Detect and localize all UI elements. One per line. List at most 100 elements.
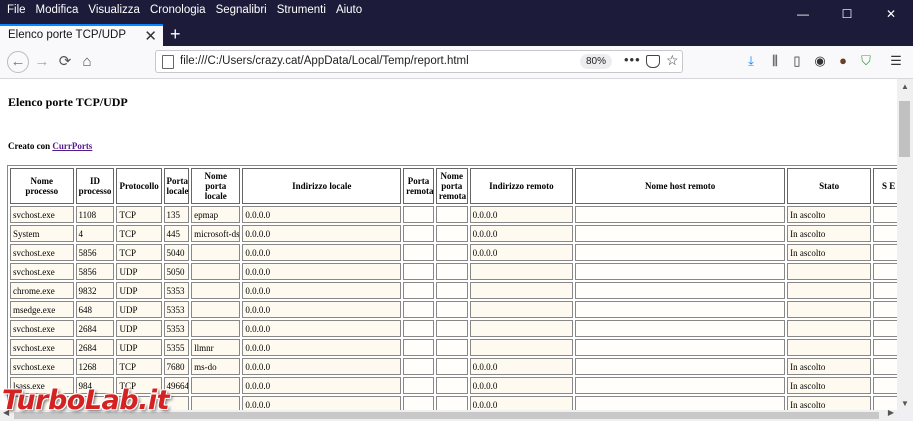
page-actions-icon[interactable]: •••: [624, 52, 641, 67]
table-cell: [575, 206, 786, 223]
table-cell: [435, 282, 468, 299]
table-cell: [873, 377, 897, 394]
table-cell: [575, 339, 786, 356]
table-cell: [469, 282, 574, 299]
table-cell: [403, 301, 434, 318]
library-icon[interactable]: ⫼: [765, 51, 785, 71]
back-arrow-icon[interactable]: ←: [7, 51, 29, 73]
extension-cookie-icon[interactable]: ●: [833, 51, 853, 71]
table-cell: svchost.exe: [10, 263, 74, 280]
menu-bar: File Modifica Visualizza Cronologia Segn…: [0, 0, 913, 24]
table-cell: [191, 301, 241, 318]
header-indirizzo-remoto[interactable]: Indirizzo remoto: [469, 168, 574, 204]
header-stato[interactable]: Stato: [787, 168, 872, 204]
table-cell: chrome.exe: [10, 282, 74, 299]
table-cell: 0.0.0.0: [469, 377, 574, 394]
menu-cronologia[interactable]: Cronologia: [145, 4, 211, 16]
table-cell: UDP: [116, 339, 162, 356]
scroll-up-icon[interactable]: ▲: [901, 82, 909, 91]
menu-file[interactable]: File: [2, 4, 31, 16]
table-cell: [787, 320, 872, 337]
header-nome-processo[interactable]: Nome processo: [10, 168, 74, 204]
page-icon: [162, 55, 174, 69]
sidebar-icon[interactable]: ▯: [787, 51, 807, 71]
header-nome-porta-remota[interactable]: Nome porta remota: [435, 168, 468, 204]
header-id-processo[interactable]: ID processo: [75, 168, 115, 204]
header-truncated[interactable]: S E: [873, 168, 897, 204]
table-cell: 5856: [75, 244, 115, 261]
tab-close-icon[interactable]: ✕: [144, 27, 157, 45]
new-tab-button[interactable]: +: [170, 24, 181, 45]
table-cell: 135: [163, 206, 190, 223]
table-cell: [403, 396, 434, 410]
maximize-button[interactable]: ☐: [825, 0, 869, 24]
reload-icon[interactable]: ⟳: [54, 51, 76, 73]
header-protocollo[interactable]: Protocollo: [116, 168, 162, 204]
table-cell: [403, 206, 434, 223]
table-cell: TCP: [116, 206, 162, 223]
vertical-scroll-thumb[interactable]: [899, 101, 910, 157]
table-cell: [191, 377, 241, 394]
bookmark-star-icon[interactable]: ☆: [666, 52, 679, 69]
zoom-level-button[interactable]: 80%: [580, 54, 613, 69]
header-nome-porta-locale[interactable]: Nome porta locale: [191, 168, 241, 204]
close-window-button[interactable]: ✕: [869, 0, 913, 24]
scroll-right-icon[interactable]: ▶: [888, 408, 894, 417]
menu-aiuto[interactable]: Aiuto: [331, 4, 367, 16]
table-cell: [575, 244, 786, 261]
table-cell: 648: [75, 301, 115, 318]
header-indirizzo-locale[interactable]: Indirizzo locale: [242, 168, 402, 204]
menu-segnalibri[interactable]: Segnalibri: [211, 4, 272, 16]
table-cell: 0.0.0.0: [469, 225, 574, 242]
table-cell: 0.0.0.0: [242, 206, 402, 223]
table-cell: In ascolto: [787, 225, 872, 242]
table-cell: [575, 263, 786, 280]
table-cell: 0.0.0.0: [242, 282, 402, 299]
table-cell: [469, 320, 574, 337]
table-cell: [873, 358, 897, 375]
forward-arrow-icon[interactable]: →: [31, 51, 53, 73]
pocket-icon[interactable]: [646, 55, 660, 68]
table-cell: [191, 320, 241, 337]
account-icon[interactable]: ◉: [810, 51, 830, 71]
table-cell: 2684: [75, 339, 115, 356]
table-cell: [191, 263, 241, 280]
table-cell: 1268: [75, 358, 115, 375]
tab-title: Elenco porte TCP/UDP: [8, 29, 127, 41]
table-cell: 0.0.0.0: [469, 244, 574, 261]
table-cell: In ascolto: [787, 396, 872, 410]
table-cell: svchost.exe: [10, 206, 74, 223]
vertical-scrollbar[interactable]: ▲ ▼: [897, 79, 913, 410]
table-cell: In ascolto: [787, 358, 872, 375]
table-cell: [435, 225, 468, 242]
table-cell: [403, 263, 434, 280]
menu-modifica[interactable]: Modifica: [31, 4, 84, 16]
table-header-row: Nome processo ID processo Protocollo Por…: [10, 168, 897, 204]
url-text[interactable]: file:///C:/Users/crazy.cat/AppData/Local…: [180, 55, 469, 67]
downloads-icon[interactable]: ⤓: [741, 51, 761, 71]
menu-strumenti[interactable]: Strumenti: [272, 4, 331, 16]
minimize-button[interactable]: —: [781, 0, 825, 24]
scroll-down-icon[interactable]: ▼: [901, 399, 909, 408]
header-porta-remota[interactable]: Porta remota: [403, 168, 434, 204]
menu-visualizza[interactable]: Visualizza: [83, 4, 145, 16]
table-cell: [469, 339, 574, 356]
table-cell: [469, 263, 574, 280]
currports-link[interactable]: CurrPorts: [52, 141, 92, 151]
table-cell: svchost.exe: [10, 339, 74, 356]
home-icon[interactable]: ⌂: [76, 51, 98, 73]
url-bar[interactable]: file:///C:/Users/crazy.cat/AppData/Local…: [155, 50, 683, 73]
table-cell: [403, 225, 434, 242]
menu-hamburger-icon[interactable]: ☰: [886, 51, 906, 71]
created-with-label: Creato con: [8, 141, 51, 151]
table-cell: [575, 377, 786, 394]
table-cell: svchost.exe: [10, 244, 74, 261]
tab-active[interactable]: Elenco porte TCP/UDP ✕: [0, 24, 163, 46]
table-cell: 5355: [163, 339, 190, 356]
header-porta-locale[interactable]: Porta locale: [163, 168, 190, 204]
table-cell: [787, 263, 872, 280]
table-cell: TCP: [116, 225, 162, 242]
table-cell: [873, 320, 897, 337]
header-nome-host-remoto[interactable]: Nome host remoto: [575, 168, 786, 204]
extension-shield-icon[interactable]: ⛉: [856, 51, 876, 71]
